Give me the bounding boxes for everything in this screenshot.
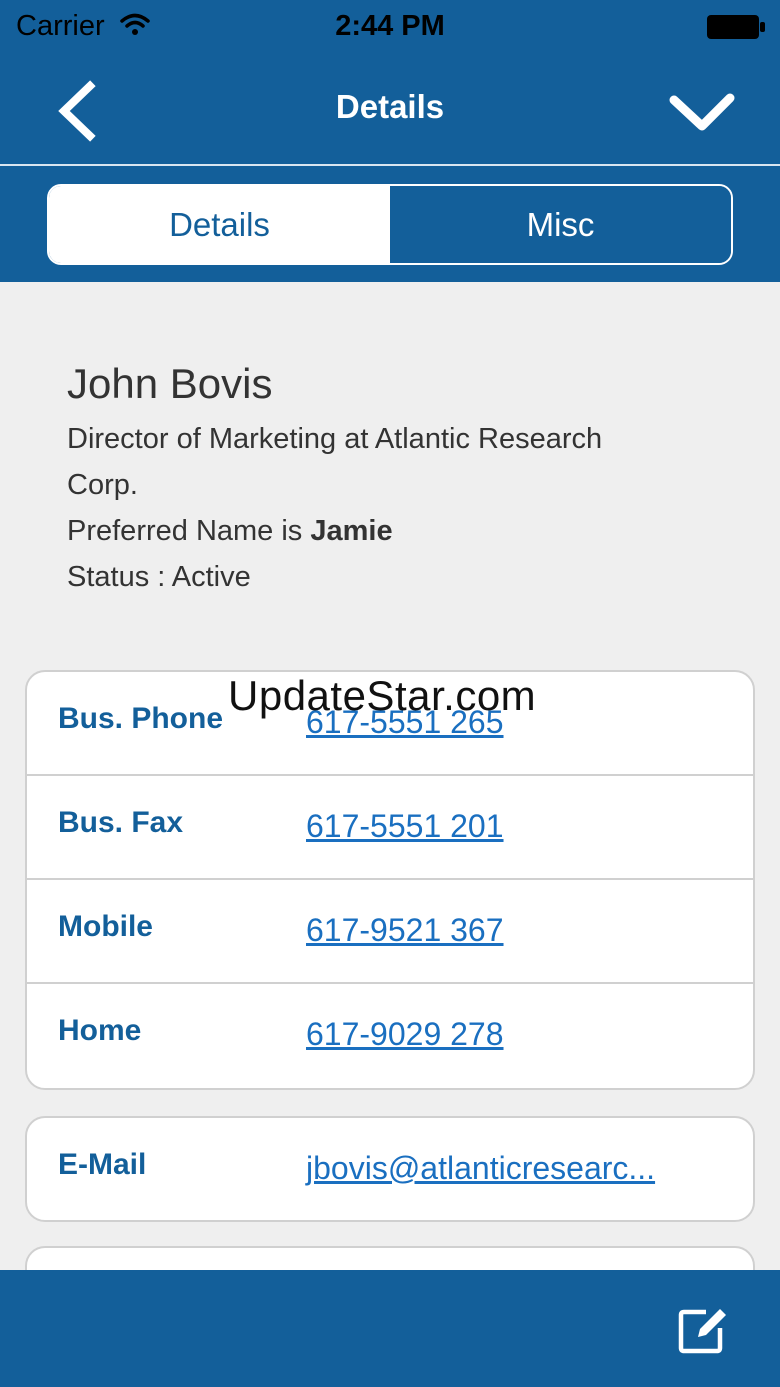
email-link[interactable]: jbovis@atlanticresearc...: [306, 1150, 655, 1187]
status-line: Status : Active: [67, 561, 251, 593]
email-card: E-Mail jbovis@atlanticresearc...: [25, 1116, 755, 1222]
preferred-name-line: Preferred Name is Jamie: [67, 508, 717, 554]
page-title: Details: [335, 88, 445, 125]
bottom-toolbar: [0, 1270, 780, 1387]
bus-fax-label: Bus. Fax: [58, 806, 184, 839]
home-label: Home: [58, 1014, 142, 1047]
email-label: E-Mail: [58, 1148, 147, 1181]
bus-fax-link[interactable]: 617-5551 201: [306, 808, 504, 845]
edit-icon[interactable]: [676, 1304, 730, 1356]
contact-summary: John Bovis Director of Marketing at Atla…: [67, 358, 717, 600]
list-item: Home 617-9029 278: [27, 984, 753, 1088]
job-title-line-1: Director of Marketing at Atlantic Resear…: [67, 423, 603, 455]
status-bar: Carrier 2:44 PM: [0, 0, 780, 54]
segmented-control: Details Misc: [47, 184, 733, 265]
tab-misc[interactable]: Misc: [390, 186, 731, 263]
tab-details[interactable]: Details: [49, 186, 390, 263]
home-link[interactable]: 617-9029 278: [306, 1016, 504, 1053]
status-time: 2:44 PM: [335, 10, 445, 42]
list-item: E-Mail jbovis@atlanticresearc...: [27, 1118, 753, 1220]
list-item: Mobile 617-9521 367: [27, 880, 753, 984]
header-area: Carrier 2:44 PM Details Details Misc: [0, 0, 780, 282]
contact-name: John Bovis: [67, 360, 273, 407]
checkmark-icon[interactable]: [668, 88, 736, 136]
mobile-label: Mobile: [58, 910, 153, 943]
navigation-bar: Details: [0, 54, 780, 166]
battery-icon: [707, 15, 765, 39]
preferred-name-value: Jamie: [310, 515, 393, 547]
phone-numbers-card: Bus. Phone 617-5551 265 Bus. Fax 617-555…: [25, 670, 755, 1090]
mobile-link[interactable]: 617-9521 367: [306, 912, 504, 949]
preferred-name-prefix: Preferred Name is: [67, 515, 311, 547]
bus-phone-label: Bus. Phone: [58, 702, 224, 735]
list-item: Bus. Fax 617-5551 201: [27, 776, 753, 880]
watermark-text: UpdateStar.com: [228, 672, 537, 719]
job-title-line-2: Corp.: [67, 469, 138, 501]
